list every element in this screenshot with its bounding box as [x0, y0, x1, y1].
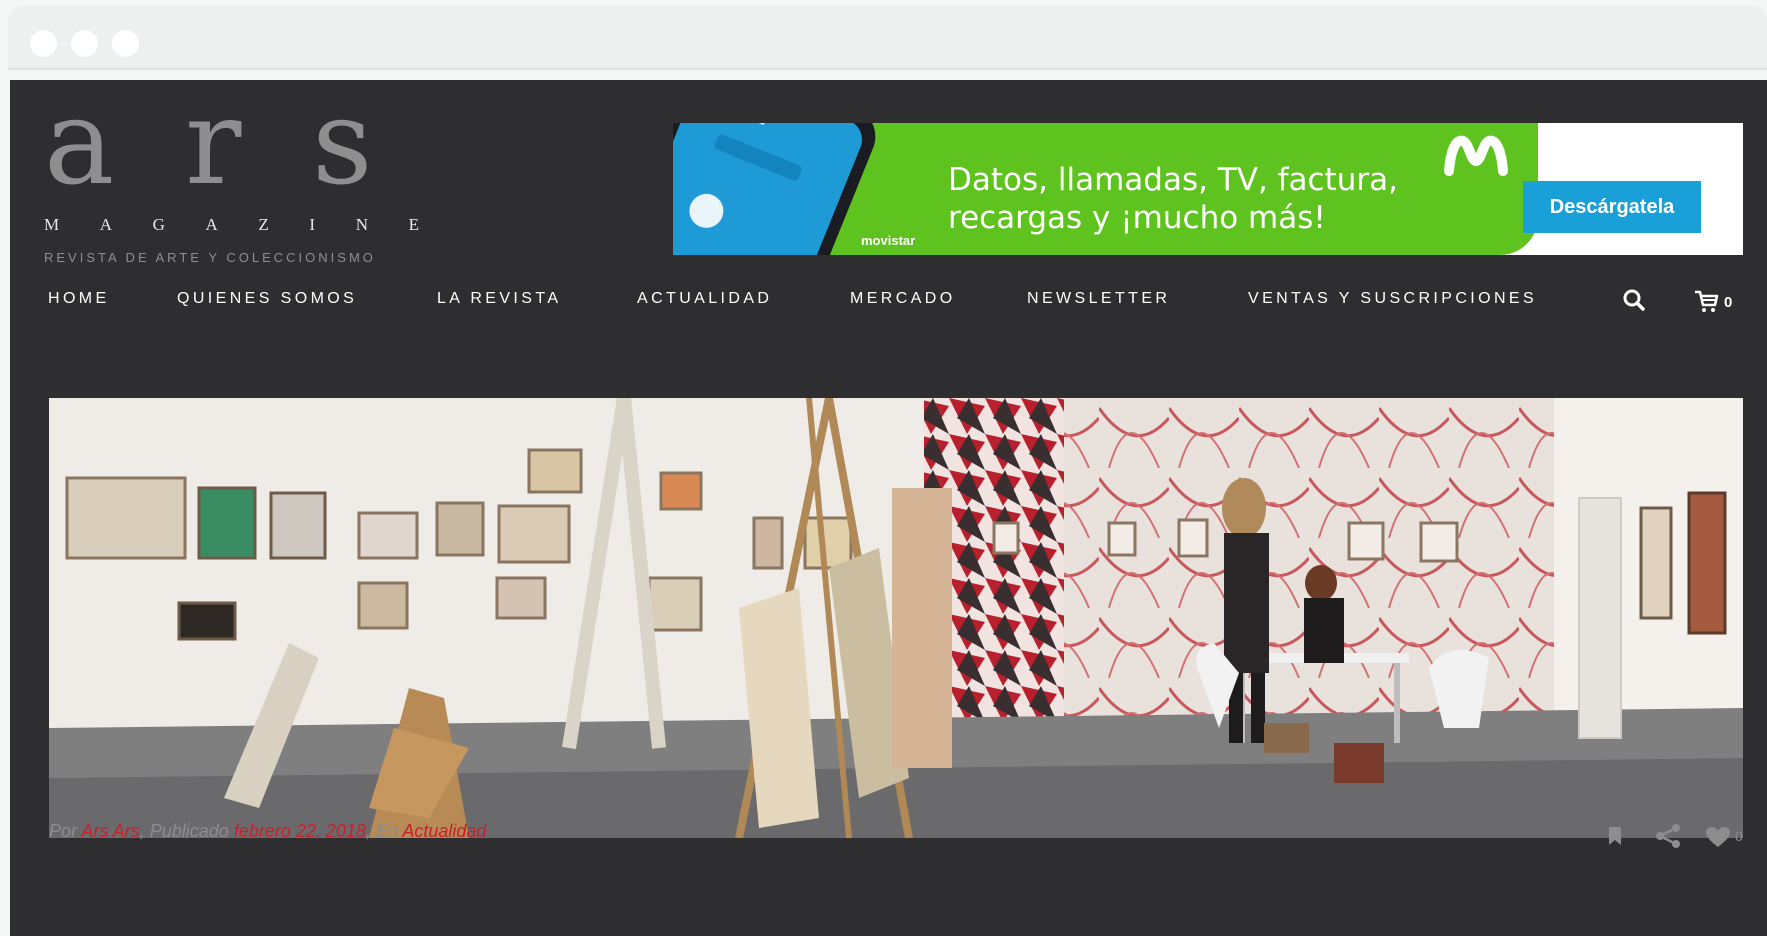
logo-mag-letter: I [309, 215, 316, 234]
logo-mag-letter: Z [258, 215, 269, 234]
window-dot-minimize[interactable] [71, 30, 98, 57]
site-logo[interactable]: a r s [40, 82, 420, 202]
ad-headline-line2: recargas y ¡mucho más! [948, 200, 1326, 236]
browser-titlebar [8, 6, 1767, 70]
nav-item-actualidad[interactable]: ACTUALIDAD [637, 290, 772, 308]
bookmark-icon[interactable] [1607, 826, 1623, 846]
logo-magazine-word: M A G A Z I N E [44, 215, 419, 235]
share-icon[interactable] [1655, 824, 1681, 848]
like-count: 0 [1735, 828, 1743, 844]
movistar-logo-icon [1444, 135, 1508, 176]
post-author-link[interactable]: Ars Ars [81, 821, 139, 841]
nav-item-ventas-suscripciones[interactable]: VENTAS Y SUSCRIPCIONES [1248, 290, 1537, 308]
post-meta: Por Ars Ars, Publicado febrero 22, 2018,… [49, 821, 486, 842]
logo-mag-letter: G [152, 215, 165, 234]
logo-mag-letter: A [99, 215, 113, 234]
ad-download-button[interactable]: Descárgatela [1523, 181, 1701, 233]
nav-item-la-revista[interactable]: LA REVISTA [437, 290, 561, 308]
post-category-link[interactable]: Actualidad [402, 821, 486, 841]
logo-letter-s: s [312, 80, 373, 211]
featured-image [49, 398, 1743, 838]
logo-mag-letter: A [205, 215, 218, 234]
ad-headline-line1: Datos, llamadas, TV, factura, [948, 162, 1398, 198]
nav-item-quienes-somos[interactable]: QUIENES SOMOS [177, 290, 357, 308]
phone-screen-line [708, 123, 766, 126]
logo-mag-letter: N [355, 215, 368, 234]
nav-item-home[interactable]: HOME [48, 290, 110, 308]
main-nav: HOME QUIENES SOMOS LA REVISTA ACTUALIDAD… [10, 280, 1767, 320]
ad-brand-label: movistar [861, 233, 916, 248]
post-by-label: Por [49, 821, 78, 841]
logo-mag-letter: E [408, 215, 419, 234]
nav-item-mercado[interactable]: MERCADO [850, 290, 956, 308]
window-dot-close[interactable] [30, 30, 57, 57]
post-meta-separator: , [139, 821, 145, 841]
logo-letter-a: a [44, 80, 115, 211]
phone-screen-bubble [684, 188, 729, 233]
post-in-label: En [375, 821, 398, 841]
window-dot-maximize[interactable] [112, 30, 139, 57]
logo-mag-letter: M [44, 215, 60, 234]
ad-headline: Datos, llamadas, TV, factura, recargas y… [948, 161, 1398, 237]
post-actions: 0 [1595, 820, 1755, 850]
cart-count: 0 [1724, 294, 1733, 311]
logo-letter-r: r [185, 80, 242, 211]
post-published-label: Publicado [149, 821, 229, 841]
site-page: a r s M A G A Z I N E REVISTA DE ARTE Y … [10, 80, 1767, 936]
nav-item-newsletter[interactable]: NEWSLETTER [1027, 290, 1170, 308]
heart-icon[interactable] [1705, 826, 1731, 848]
ad-banner[interactable]: movistar Datos, llamadas, TV, factura, r… [673, 123, 1743, 255]
phone-screen-chip [713, 133, 803, 182]
cart-icon[interactable] [1694, 289, 1720, 313]
search-icon[interactable] [1622, 288, 1646, 312]
logo-tagline: REVISTA DE ARTE Y COLECCIONISMO [44, 250, 376, 265]
post-meta-separator: , [365, 821, 371, 841]
post-date-link[interactable]: febrero 22, 2018 [234, 821, 366, 841]
